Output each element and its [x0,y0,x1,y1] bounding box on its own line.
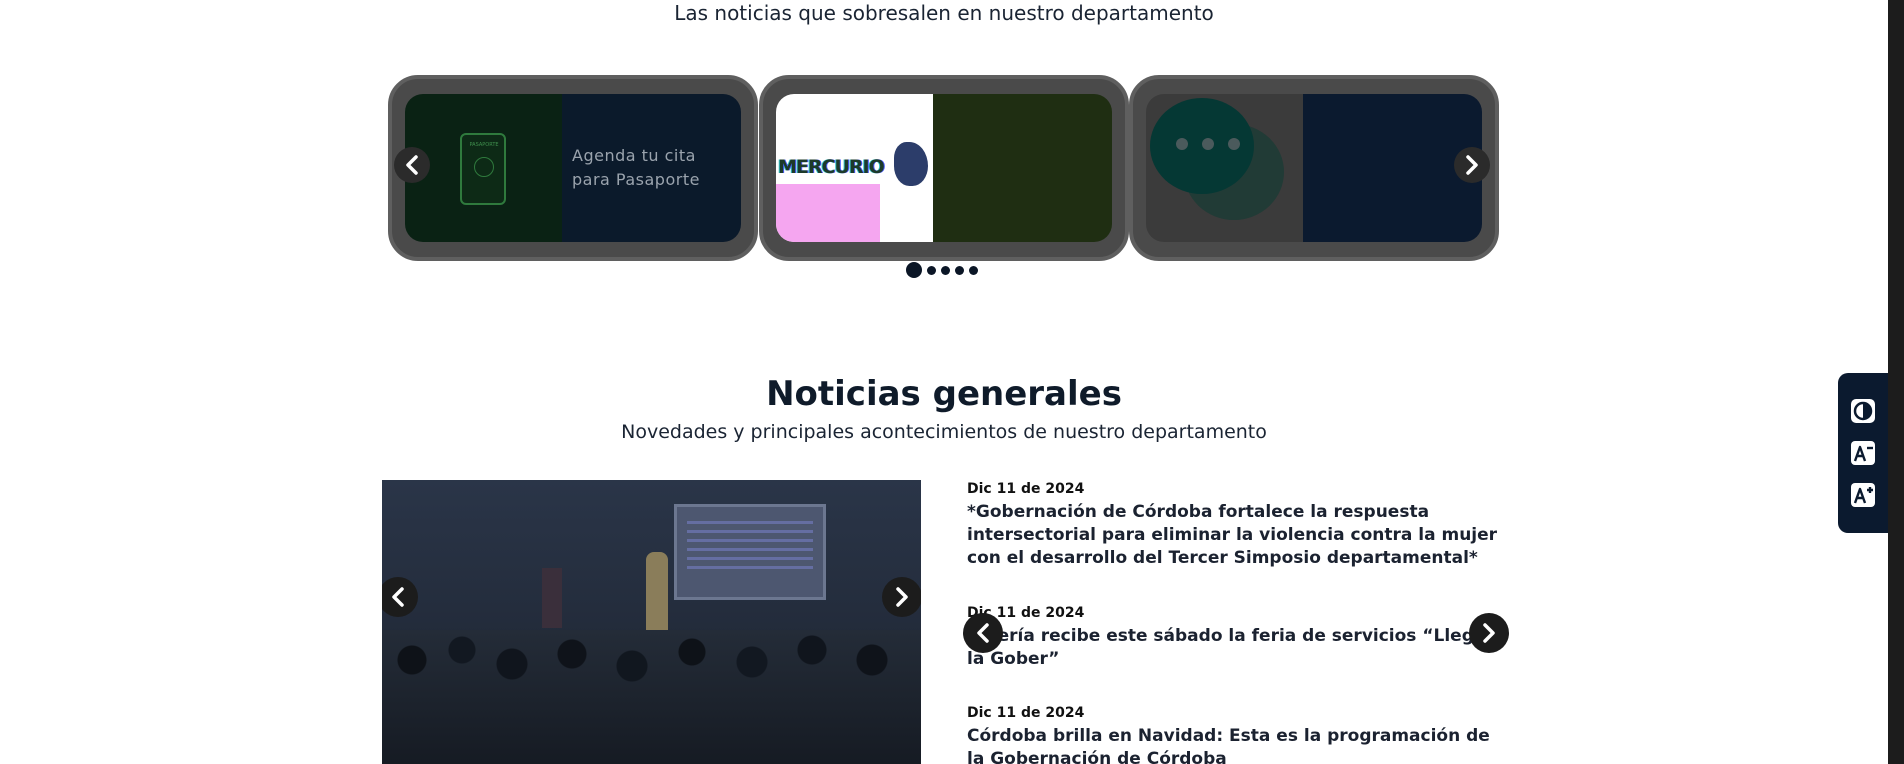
decrease-text-button[interactable] [1849,439,1877,467]
pagination-dot[interactable] [955,265,964,275]
photo-next-button[interactable] [882,577,921,617]
increase-text-button[interactable] [1849,481,1877,509]
featured-news-subtitle: Las noticias que sobresalen en nuestro d… [674,1,1214,25]
featured-next-button[interactable] [1454,147,1490,183]
news-list-prev-button[interactable] [963,613,1003,653]
news-section-subtitle: Novedades y principales acontecimientos … [621,421,1267,443]
news-headline[interactable]: Lotería recibe este sábado la feria de s… [967,625,1507,671]
featured-card-passport[interactable]: PASAPORTE Agenda tu cita para Pasaporte [388,75,758,261]
chevron-right-icon [896,587,908,607]
chevron-right-icon [1483,623,1495,643]
news-date: Dic 11 de 2024 [967,605,1085,621]
chat-bubbles-icon [1146,94,1303,242]
news-headline[interactable]: *Gobernación de Córdoba fortalece la res… [967,501,1507,570]
news-item[interactable]: Dic 11 de 2024 *Gobernación de Córdoba f… [967,480,1507,570]
pagination-dot[interactable] [969,265,978,275]
passport-card-line1: Agenda tu cita [572,146,696,165]
news-list-next-button[interactable] [1469,613,1509,653]
news-item[interactable]: Dic 11 de 2024 Lotería recibe este sábad… [967,604,1507,671]
audience-photo [382,630,921,764]
featured-prev-button[interactable] [394,147,430,183]
news-headline[interactable]: Córdoba brilla en Navidad: Esta es la pr… [967,725,1507,764]
accessibility-panel [1838,373,1888,533]
increase-text-icon [1851,483,1875,507]
contrast-icon [1851,399,1875,423]
chevron-right-icon [1466,155,1478,175]
news-item[interactable]: Dic 11 de 2024 Córdoba brilla en Navidad… [967,704,1507,764]
chevron-left-icon [406,155,418,175]
chevron-left-icon [977,623,989,643]
news-date: Dic 11 de 2024 [967,705,1085,721]
passport-card-line2: para Pasaporte [572,170,700,189]
decrease-text-icon [1851,441,1875,465]
mercurio-logo: MERCURIO [776,94,933,242]
news-photo-carousel[interactable] [382,480,921,764]
pagination-dot[interactable] [906,262,922,278]
photo-prev-button[interactable] [382,577,418,617]
pagination-dot[interactable] [941,265,950,275]
page-scrollbar[interactable] [1888,0,1904,764]
projector-screen [674,504,826,600]
featured-card-chat[interactable] [1129,75,1499,261]
news-date: Dic 11 de 2024 [967,481,1085,497]
carousel-pagination [906,262,978,278]
pagination-dot[interactable] [927,265,936,275]
featured-card-mercurio[interactable]: MERCURIO [759,75,1129,261]
mercurio-logo-text: MERCURIO [778,156,885,178]
chevron-left-icon [392,587,404,607]
featured-carousel: PASAPORTE Agenda tu cita para Pasaporte … [388,75,1500,261]
news-section-title: Noticias generales [766,374,1122,414]
contrast-button[interactable] [1849,397,1877,425]
